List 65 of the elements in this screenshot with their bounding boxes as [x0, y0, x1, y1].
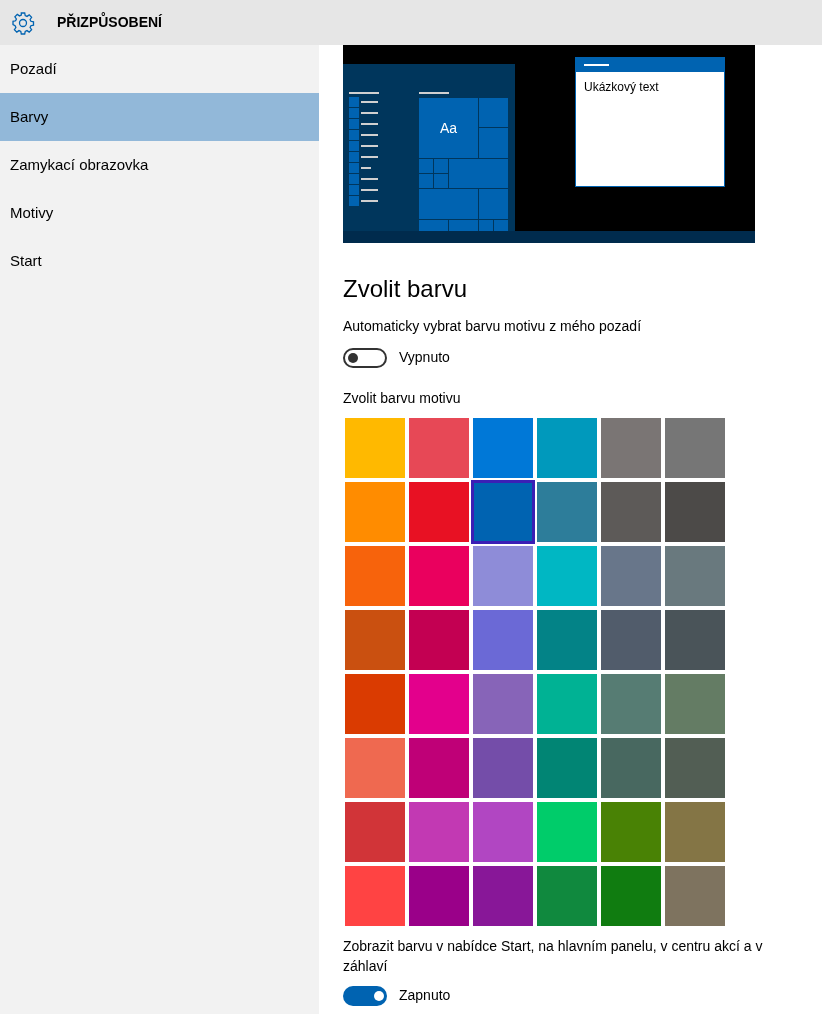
- section-title: Zvolit barvu: [343, 274, 469, 304]
- color-swatch[interactable]: [473, 738, 533, 798]
- color-swatch[interactable]: [345, 738, 405, 798]
- color-swatch[interactable]: [473, 482, 533, 542]
- color-swatch[interactable]: [409, 738, 469, 798]
- toggle-switch[interactable]: [343, 985, 387, 1006]
- gear-icon: [11, 10, 35, 35]
- color-swatch[interactable]: [473, 418, 533, 478]
- color-swatch[interactable]: [665, 866, 725, 926]
- color-swatch[interactable]: [537, 802, 597, 862]
- color-swatch[interactable]: [473, 802, 533, 862]
- color-swatch[interactable]: [409, 802, 469, 862]
- color-swatch[interactable]: [345, 482, 405, 542]
- color-swatch[interactable]: [665, 418, 725, 478]
- color-swatch[interactable]: [409, 610, 469, 670]
- color-swatch[interactable]: [409, 674, 469, 734]
- color-swatch[interactable]: [537, 418, 597, 478]
- color-swatch[interactable]: [409, 546, 469, 606]
- color-swatch[interactable]: [665, 610, 725, 670]
- color-swatch[interactable]: [473, 674, 533, 734]
- color-swatch[interactable]: [345, 610, 405, 670]
- color-swatch[interactable]: [537, 482, 597, 542]
- sidebar-item[interactable]: Motivy: [0, 189, 319, 237]
- color-swatch[interactable]: [665, 738, 725, 798]
- page-title: PŘIZPŮSOBENÍ: [57, 12, 162, 32]
- color-swatch[interactable]: [345, 674, 405, 734]
- toggle-switch[interactable]: [343, 347, 387, 368]
- sidebar-item[interactable]: Barvy: [0, 93, 319, 141]
- color-swatch[interactable]: [601, 674, 661, 734]
- color-swatch[interactable]: [473, 866, 533, 926]
- color-swatch[interactable]: [665, 482, 725, 542]
- color-swatch[interactable]: [601, 482, 661, 542]
- color-swatch[interactable]: [473, 546, 533, 606]
- color-swatch[interactable]: [409, 418, 469, 478]
- color-swatch[interactable]: [345, 802, 405, 862]
- color-swatch[interactable]: [537, 546, 597, 606]
- color-swatch[interactable]: [345, 546, 405, 606]
- color-swatch[interactable]: [601, 418, 661, 478]
- color-swatch[interactable]: [409, 482, 469, 542]
- color-swatch[interactable]: [665, 674, 725, 734]
- color-swatch[interactable]: [665, 802, 725, 862]
- sidebar-item[interactable]: Start: [0, 237, 319, 285]
- color-swatch[interactable]: [601, 738, 661, 798]
- toggle-state: Zapnuto: [399, 986, 451, 1005]
- color-swatch[interactable]: [345, 866, 405, 926]
- color-swatch[interactable]: [537, 738, 597, 798]
- color-swatch[interactable]: [601, 866, 661, 926]
- color-swatch[interactable]: [537, 674, 597, 734]
- color-swatch[interactable]: [601, 546, 661, 606]
- color-swatch[interactable]: [601, 802, 661, 862]
- color-swatch[interactable]: [601, 610, 661, 670]
- sidebar-item[interactable]: Pozadí: [0, 45, 319, 93]
- sidebar-item[interactable]: Zamykací obrazovka: [0, 141, 319, 189]
- setting-label: Automaticky vybrat barvu motivu z mého pozadí: [343, 317, 643, 336]
- color-swatch[interactable]: [537, 866, 597, 926]
- color-swatch[interactable]: [345, 418, 405, 478]
- color-swatch[interactable]: [665, 546, 725, 606]
- palette-label: Zvolit barvu motivu: [343, 389, 462, 408]
- color-swatch[interactable]: [409, 866, 469, 926]
- color-swatch[interactable]: [473, 610, 533, 670]
- setting-label: Zobrazit barvu v nabídce Start, na hlavním panelu, v centru akcí a v záhlaví: [343, 937, 764, 976]
- tile-label: Aa: [439, 118, 458, 138]
- color-swatch[interactable]: [537, 610, 597, 670]
- sample-text: Ukázkový text: [583, 79, 660, 96]
- toggle-state: Vypnuto: [399, 348, 450, 367]
